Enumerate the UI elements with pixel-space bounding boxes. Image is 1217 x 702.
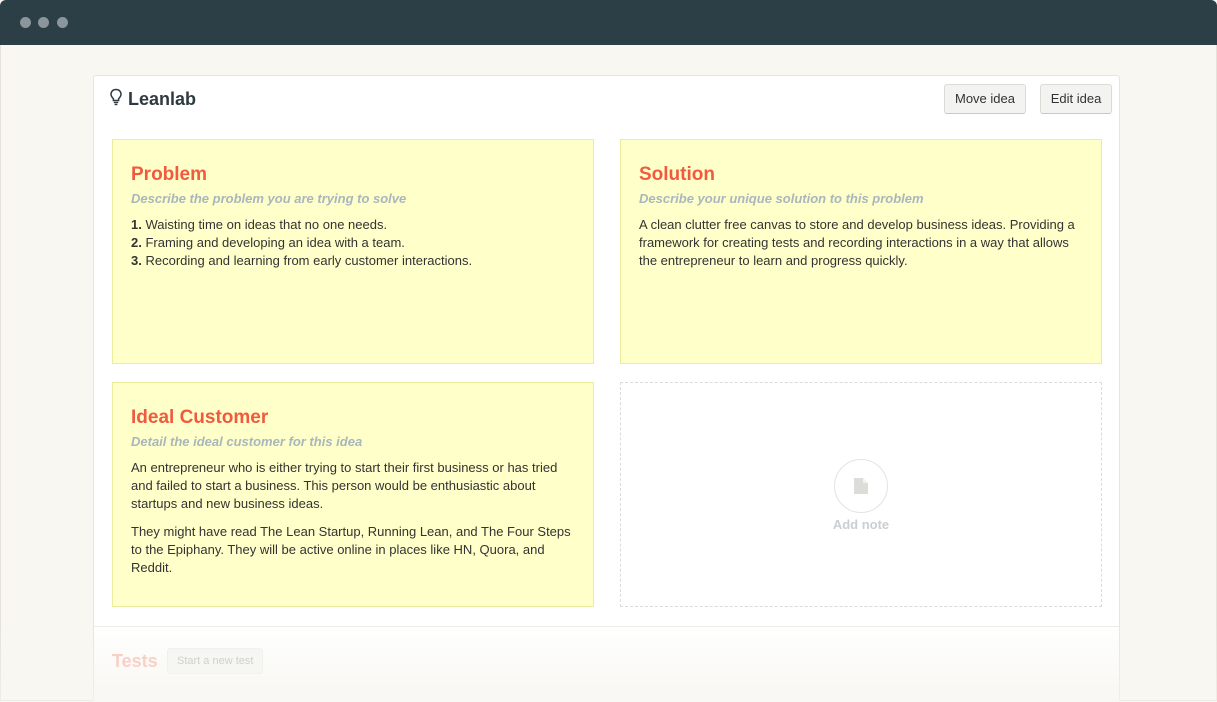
edit-idea-button[interactable]: Edit idea (1040, 84, 1112, 114)
idea-card: Leanlab Move idea Edit idea Problem Desc… (93, 75, 1120, 701)
list-item: 2. Framing and developing an idea with a… (131, 234, 575, 252)
note-paragraph: An entrepreneur who is either trying to … (131, 459, 575, 513)
list-item: 3. Recording and learning from early cus… (131, 252, 575, 270)
lightbulb-icon (109, 88, 123, 106)
add-note-circle (834, 459, 888, 513)
add-note-button[interactable]: Add note (620, 382, 1102, 607)
note-body: A clean clutter free canvas to store and… (639, 216, 1083, 270)
note-body: 1. Waisting time on ideas that no one ne… (131, 216, 575, 270)
note-body: An entrepreneur who is either trying to … (131, 459, 575, 577)
tests-title: Tests (112, 651, 158, 672)
list-item: 1. Waisting time on ideas that no one ne… (131, 216, 575, 234)
note-subtitle: Detail the ideal customer for this idea (131, 434, 575, 449)
tests-section: Tests Start a new test (94, 627, 1119, 702)
note-paragraph: They might have read The Lean Startup, R… (131, 523, 575, 577)
move-idea-button[interactable]: Move idea (944, 84, 1026, 114)
window-maximize-dot[interactable] (57, 17, 68, 28)
document-icon (853, 477, 869, 495)
note-subtitle: Describe your unique solution to this pr… (639, 191, 1083, 206)
note-title: Ideal Customer (131, 407, 575, 429)
add-note-label: Add note (621, 517, 1101, 532)
window-minimize-dot[interactable] (38, 17, 49, 28)
solution-note[interactable]: Solution Describe your unique solution t… (620, 139, 1102, 364)
note-paragraph: A clean clutter free canvas to store and… (639, 216, 1083, 270)
note-subtitle: Describe the problem you are trying to s… (131, 191, 575, 206)
note-title: Solution (639, 164, 1083, 186)
problem-note[interactable]: Problem Describe the problem you are try… (112, 139, 594, 364)
problem-list: 1. Waisting time on ideas that no one ne… (131, 216, 575, 270)
note-title: Problem (131, 164, 575, 186)
window-close-dot[interactable] (20, 17, 31, 28)
window-titlebar (0, 0, 1217, 45)
start-new-test-button[interactable]: Start a new test (167, 648, 263, 674)
app-title: Leanlab (128, 89, 196, 110)
ideal-customer-note[interactable]: Ideal Customer Detail the ideal customer… (112, 382, 594, 607)
